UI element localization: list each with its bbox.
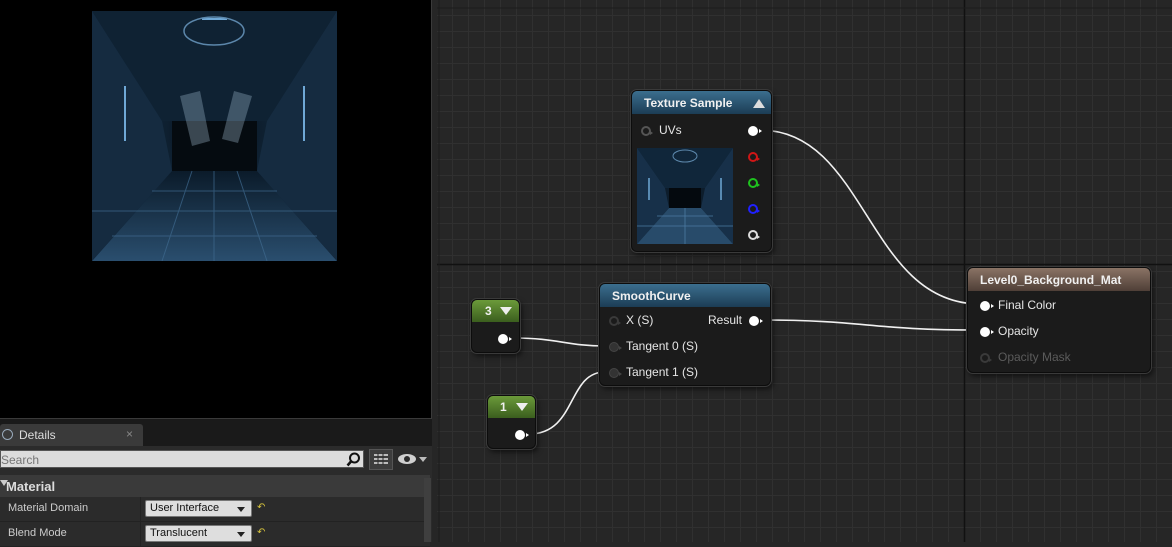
- material-section-header[interactable]: Material: [0, 475, 430, 497]
- blue-output-pin[interactable]: [748, 204, 760, 214]
- tangent1-input-pin[interactable]: [609, 368, 622, 378]
- opacity-input-pin[interactable]: [980, 327, 994, 337]
- combo-value: User Interface: [150, 502, 220, 514]
- details-scrollbar[interactable]: [424, 478, 431, 542]
- left-panel: Details × Search Material Material Domai…: [0, 0, 432, 547]
- pin-label: Opacity: [998, 324, 1039, 338]
- blend-mode-row: Blend Mode Translucent ↶: [0, 522, 430, 547]
- wire-const3-to-tangent0: [513, 337, 606, 347]
- wire-uvs-to-final-color: [759, 129, 981, 305]
- preview-viewport[interactable]: [0, 0, 432, 419]
- preview-image: [92, 11, 337, 261]
- node-title: Level0_Background_Mat: [980, 273, 1122, 287]
- chevron-down-icon: [237, 507, 245, 512]
- details-icon: [2, 429, 13, 440]
- node-header[interactable]: 1: [488, 396, 535, 418]
- texture-thumbnail: [637, 148, 733, 244]
- constant-1-node[interactable]: 1: [487, 395, 536, 449]
- pin-label: Opacity Mask: [998, 350, 1071, 364]
- material-domain-row: Material Domain User Interface ↶: [0, 497, 430, 522]
- green-output-pin[interactable]: [748, 178, 760, 188]
- pin-label: Tangent 1 (S): [626, 365, 699, 379]
- details-tab-label: Details: [19, 428, 56, 442]
- search-icon[interactable]: [346, 452, 361, 467]
- constant-output-pin[interactable]: [498, 334, 512, 344]
- tangent0-input-pin[interactable]: [609, 342, 622, 352]
- details-panel: Material Material Domain User Interface …: [0, 446, 432, 547]
- alpha-output-pin[interactable]: [748, 230, 760, 240]
- node-title: SmoothCurve: [612, 289, 691, 303]
- final-color-input-pin[interactable]: [980, 301, 994, 311]
- wire-result-to-opacity: [759, 319, 981, 331]
- close-icon[interactable]: ×: [126, 427, 133, 441]
- node-title: Texture Sample: [644, 96, 733, 110]
- collapse-arrow-icon[interactable]: [516, 403, 528, 411]
- reset-icon[interactable]: ↶: [257, 502, 265, 513]
- node-header[interactable]: SmoothCurve: [600, 284, 770, 307]
- chevron-down-icon: [237, 532, 245, 537]
- property-name: Blend Mode: [8, 527, 67, 539]
- material-graph[interactable]: Texture Sample UVs SmoothCurve X (S) Tan…: [437, 0, 1172, 542]
- material-domain-combo[interactable]: User Interface: [145, 500, 252, 517]
- red-output-pin[interactable]: [748, 152, 760, 162]
- opacity-mask-input-pin[interactable]: [980, 353, 992, 363]
- x-input-pin[interactable]: [609, 316, 621, 326]
- eye-icon[interactable]: [397, 452, 429, 466]
- node-header[interactable]: 3: [472, 300, 519, 322]
- node-title: 3: [485, 304, 492, 318]
- view-options-icon: [374, 453, 388, 465]
- combo-value: Translucent: [150, 527, 208, 539]
- texture-sample-node[interactable]: Texture Sample UVs: [631, 90, 772, 252]
- reset-icon[interactable]: ↶: [257, 527, 265, 538]
- constant-3-node[interactable]: 3: [471, 299, 520, 353]
- constant-output-pin[interactable]: [515, 430, 529, 440]
- uvs-input-pin[interactable]: [641, 126, 653, 136]
- collapse-arrow-icon[interactable]: [753, 99, 765, 108]
- search-field[interactable]: [0, 450, 364, 468]
- property-name: Material Domain: [8, 502, 89, 514]
- view-options-button[interactable]: [369, 449, 393, 470]
- node-header[interactable]: Level0_Background_Mat: [968, 268, 1150, 291]
- result-output-pin[interactable]: [749, 316, 763, 326]
- pin-label: UVs: [659, 123, 682, 137]
- pin-label: Tangent 0 (S): [626, 339, 699, 353]
- material-result-node[interactable]: Level0_Background_Mat Final Color Opacit…: [967, 267, 1151, 373]
- wire-const1-to-tangent1: [528, 371, 606, 435]
- node-header[interactable]: Texture Sample: [632, 91, 771, 114]
- details-tab[interactable]: Details ×: [0, 424, 143, 446]
- divider: [140, 522, 141, 546]
- divider: [140, 497, 141, 521]
- pin-label: X (S): [626, 313, 654, 327]
- blend-mode-combo[interactable]: Translucent: [145, 525, 252, 542]
- search-input[interactable]: [1, 452, 331, 468]
- collapse-arrow-icon[interactable]: [500, 307, 512, 315]
- smooth-curve-node[interactable]: SmoothCurve X (S) Tangent 0 (S) Tangent …: [599, 283, 771, 386]
- pin-label: Final Color: [998, 298, 1057, 312]
- section-label: Material: [6, 479, 56, 494]
- pin-label: Result: [708, 313, 743, 327]
- node-title: 1: [500, 400, 507, 414]
- rgb-output-pin[interactable]: [748, 126, 762, 136]
